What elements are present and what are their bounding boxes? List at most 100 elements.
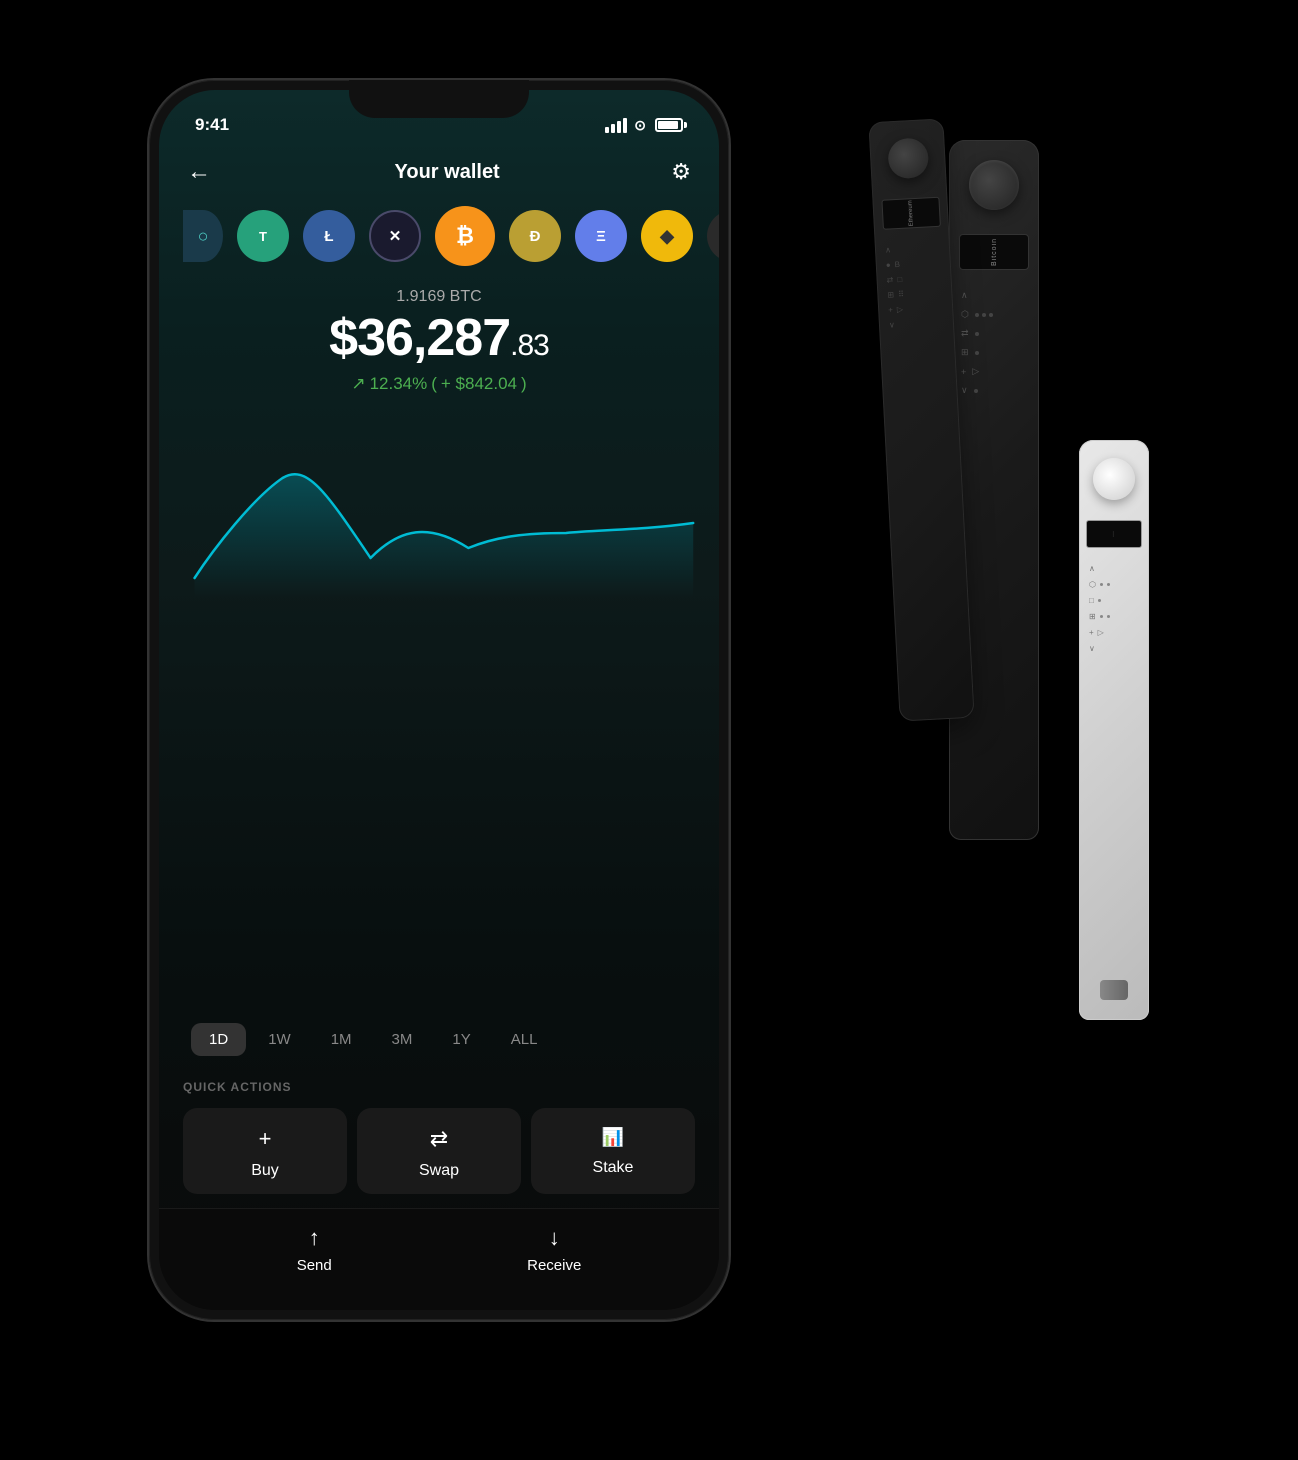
nano-x-screen: Bitcoin <box>959 234 1029 270</box>
nano-x-coin-icon: ⬡ <box>961 309 969 320</box>
send-button[interactable]: ↑ Send <box>297 1225 332 1274</box>
nano-x-m-icon: ⊞ <box>961 347 969 358</box>
quick-actions-buttons: + Buy ⇄ Swap 📊 Stake <box>183 1108 695 1194</box>
swap-label: Swap <box>419 1162 459 1180</box>
usd-amount-display: $36,287.83 <box>183 312 695 364</box>
nano-x-screen-text: Bitcoin <box>991 238 998 266</box>
battery-icon <box>655 118 683 132</box>
buy-button[interactable]: + Buy <box>183 1108 347 1194</box>
nano-angled-icon-5: □ <box>897 275 902 284</box>
time-btn-1y[interactable]: 1Y <box>434 1023 488 1056</box>
nano-angled-buttons: ∧ ● B ⇄ □ ⊞ ⠿ + ▷ ∨ <box>875 242 954 330</box>
receive-label: Receive <box>527 1257 581 1274</box>
nano-s-dot-3 <box>1098 599 1101 602</box>
coin-bitcoin-icon[interactable]: ₿ <box>435 206 495 266</box>
nano-x-swap-icon: ⇄ <box>961 328 969 339</box>
send-label: Send <box>297 1257 332 1274</box>
nano-s-buttons-area: ∧ ⬡ □ ⊞ + ▷ ∨ <box>1079 564 1149 653</box>
receive-icon: ↓ <box>549 1225 560 1251</box>
nano-s-icon-2: ⬡ <box>1089 580 1096 589</box>
nano-x-dots-3 <box>975 351 979 355</box>
nano-dot-4 <box>975 332 979 336</box>
nano-angled-screen: Ethereum <box>881 197 940 230</box>
ledger-nano-s: ··· ∧ ⬡ □ ⊞ + ▷ <box>1079 440 1149 1020</box>
signal-bar-3 <box>617 121 621 133</box>
settings-button[interactable]: ⚙ <box>671 159 691 185</box>
nano-dot-3 <box>989 313 993 317</box>
nano-s-row-2: ⬡ <box>1089 580 1139 589</box>
nano-s-dot-1 <box>1100 583 1103 586</box>
nano-x-row-5: + ▷ <box>961 366 979 377</box>
signal-bars-icon <box>605 118 627 133</box>
nano-s-icon-5: + <box>1089 628 1094 637</box>
status-bar: 9:41 ⊙ <box>159 90 719 144</box>
nano-angled-icon-7: ⠿ <box>898 290 904 299</box>
scene: 9:41 ⊙ ← Your wallet <box>99 40 1199 1420</box>
back-button[interactable]: ← <box>187 158 223 186</box>
chart-svg <box>175 418 703 598</box>
change-amount-value: + $842.04 <box>441 374 517 394</box>
buy-icon: + <box>259 1126 272 1152</box>
nano-dot-5 <box>975 351 979 355</box>
time-btn-1d[interactable]: 1D <box>191 1023 246 1056</box>
nano-angled-icon-9: ▷ <box>897 305 904 314</box>
nano-angled-screen-text: Ethereum <box>907 200 914 226</box>
nano-angled-icon-1: ∧ <box>885 245 891 254</box>
nano-angled-btn <box>887 137 929 179</box>
nano-s-dot-4 <box>1100 615 1103 618</box>
nano-dot-6 <box>974 389 978 393</box>
usd-cents: .83 <box>510 329 549 362</box>
stake-button[interactable]: 📊 Stake <box>531 1108 695 1194</box>
nano-s-row-3: □ <box>1089 596 1139 605</box>
nano-angled-row-2: ● B <box>886 258 941 270</box>
usd-main: $36,287 <box>329 309 510 367</box>
swap-button[interactable]: ⇄ Swap <box>357 1108 521 1194</box>
nano-angled-row-5: + ▷ <box>888 303 943 315</box>
nano-angled-icon-10: ∨ <box>889 320 895 329</box>
status-icons: ⊙ <box>605 117 683 134</box>
stake-icon: 📊 <box>602 1126 624 1149</box>
nano-x-row-1: ∧ <box>961 290 968 301</box>
nano-x-top-button[interactable] <box>969 160 1019 210</box>
phone: 9:41 ⊙ ← Your wallet <box>149 80 729 1320</box>
quick-actions-label: QUICK ACTIONS <box>183 1080 695 1094</box>
nano-x-dots-1 <box>975 313 993 317</box>
coin-tether-icon[interactable]: T <box>237 210 289 262</box>
price-chart <box>159 398 719 1013</box>
time-btn-1m[interactable]: 1M <box>313 1023 370 1056</box>
battery-fill <box>658 121 678 129</box>
nano-x-arrow-right-icon: ▷ <box>972 366 979 377</box>
nano-s-row-5: + ▷ <box>1089 628 1139 637</box>
nano-x-row-4: ⊞ <box>961 347 979 358</box>
nano-angled-row-6: ∨ <box>889 318 944 330</box>
nano-dot-1 <box>975 313 979 317</box>
time-period-selector: 1D 1W 1M 3M 1Y ALL <box>159 1013 719 1070</box>
coin-xrp-icon[interactable]: ✕ <box>369 210 421 262</box>
nano-s-usb-connector <box>1100 980 1128 1000</box>
coin-bnb-icon[interactable]: ◆ <box>641 210 693 262</box>
nano-angled-row-1: ∧ <box>885 243 940 255</box>
time-btn-1w[interactable]: 1W <box>250 1023 309 1056</box>
coin-partial-icon[interactable]: ○ <box>183 210 223 262</box>
nano-x-buttons-area: ∧ ⬡ ⇄ ⊞ <box>949 290 1039 396</box>
nano-s-row-6: ∨ <box>1089 644 1139 653</box>
nano-angled-icon-4: ⇄ <box>886 275 893 284</box>
time-btn-3m[interactable]: 3M <box>374 1023 431 1056</box>
coin-doge-icon[interactable]: Ð <box>509 210 561 262</box>
nano-s-top-button[interactable] <box>1093 458 1135 500</box>
coin-algo-icon[interactable]: A <box>707 210 719 262</box>
nano-s-dot-5 <box>1107 615 1110 618</box>
nano-s-dot-2 <box>1107 583 1110 586</box>
receive-button[interactable]: ↓ Receive <box>527 1225 581 1274</box>
time-btn-all[interactable]: ALL <box>493 1023 556 1056</box>
phone-screen: 9:41 ⊙ ← Your wallet <box>159 90 719 1310</box>
bottom-navigation: ↑ Send ↓ Receive <box>159 1208 719 1310</box>
nano-x-dots-2 <box>975 332 979 336</box>
nano-s-screen-text: ··· <box>1111 531 1117 537</box>
coin-litecoin-icon[interactable]: Ł <box>303 210 355 262</box>
coin-eth-icon[interactable]: Ξ <box>575 210 627 262</box>
nano-s-icon-1: ∧ <box>1089 564 1095 573</box>
nano-angled-row-3: ⇄ □ <box>886 273 941 285</box>
signal-bar-2 <box>611 124 615 133</box>
coin-selector-row: ○ T Ł ✕ ₿ Ð Ξ ◆ A <box>159 196 719 280</box>
